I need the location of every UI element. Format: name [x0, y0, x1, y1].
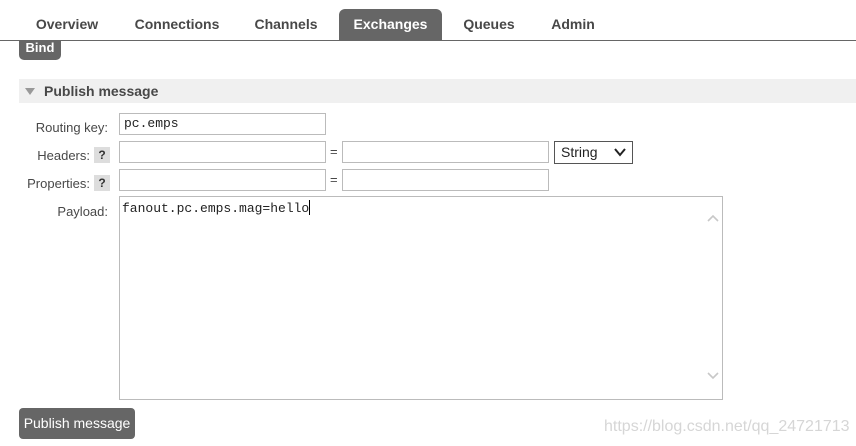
properties-help-icon[interactable]: ?	[94, 175, 110, 191]
tab-channels[interactable]: Channels	[240, 9, 332, 40]
collapse-triangle-icon	[25, 88, 35, 95]
tab-admin[interactable]: Admin	[536, 9, 610, 40]
tab-overview[interactable]: Overview	[19, 9, 115, 40]
watermark: https://blog.csdn.net/qq_24721713	[604, 418, 850, 435]
tab-connections[interactable]: Connections	[122, 9, 232, 40]
payload-textarea[interactable]: fanout.pc.emps.mag=hello	[119, 196, 723, 400]
section-title: Publish message	[44, 83, 159, 99]
property-key-input[interactable]	[119, 169, 326, 191]
bind-button[interactable]: Bind	[19, 41, 61, 60]
payload-label: Payload:	[57, 204, 108, 219]
header-type-selected: String	[561, 144, 598, 160]
routing-key-input[interactable]: pc.emps	[119, 113, 326, 135]
headers-help-icon[interactable]: ?	[94, 147, 110, 163]
scroll-down-icon[interactable]	[707, 371, 719, 381]
headers-label: Headers:	[37, 148, 90, 163]
publish-section-toggle[interactable]: Publish message	[19, 79, 856, 103]
scroll-up-icon[interactable]	[707, 213, 719, 223]
tab-queues[interactable]: Queues	[450, 9, 528, 40]
payload-scrollbar[interactable]	[705, 197, 722, 399]
tab-exchanges[interactable]: Exchanges	[339, 9, 442, 40]
property-value-input[interactable]	[342, 169, 549, 191]
text-caret	[309, 200, 311, 215]
payload-text: fanout.pc.emps.mag=hello	[122, 200, 311, 216]
headers-equals: =	[330, 144, 338, 159]
header-type-select[interactable]: String	[554, 141, 633, 164]
header-value-input[interactable]	[342, 141, 549, 163]
properties-equals: =	[330, 172, 338, 187]
chevron-down-icon	[614, 148, 626, 157]
top-nav: Overview Connections Channels Exchanges …	[0, 0, 856, 41]
publish-message-button[interactable]: Publish message	[19, 408, 135, 439]
routing-key-label: Routing key:	[35, 120, 108, 135]
header-key-input[interactable]	[119, 141, 326, 163]
properties-label: Properties:	[27, 176, 90, 191]
